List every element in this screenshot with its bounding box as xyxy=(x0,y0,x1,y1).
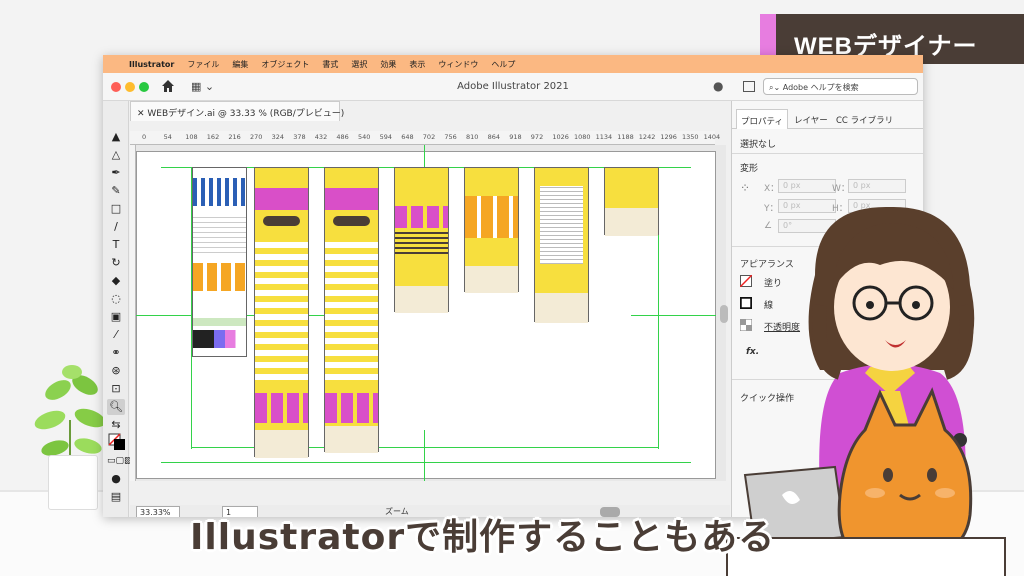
plant-pot xyxy=(48,455,98,510)
type-tool-icon[interactable]: T xyxy=(107,237,125,253)
search-placeholder: Adobe ヘルプを検索 xyxy=(782,83,859,92)
canvas[interactable] xyxy=(136,145,726,481)
menu-select[interactable]: 選択 xyxy=(351,59,367,70)
tab-properties[interactable]: プロパティ xyxy=(736,109,788,129)
ruler-tick-label: 864 xyxy=(487,133,501,141)
gradient-tool-icon[interactable]: ▣ xyxy=(107,309,125,325)
ruler-tick-label: 1350 xyxy=(682,133,699,141)
menu-edit[interactable]: 編集 xyxy=(232,59,248,70)
tab-cc-libraries[interactable]: CC ライブラリ xyxy=(836,114,893,126)
paintbrush-tool-icon[interactable]: / xyxy=(107,219,125,235)
artboard-footer-page[interactable] xyxy=(604,167,659,236)
screen-mode-icon[interactable]: ▤ xyxy=(107,489,125,505)
menu-type[interactable]: 書式 xyxy=(322,59,338,70)
ruler-tick-label: 216 xyxy=(228,133,241,141)
x-label: X： xyxy=(764,184,780,194)
artboard-tool-icon[interactable]: ⊡ xyxy=(107,381,125,397)
menu-help[interactable]: ヘルプ xyxy=(491,59,515,70)
ruler-tick-label: 432 xyxy=(314,133,328,141)
selection-status: 選択なし xyxy=(740,140,777,150)
title-bar: ▦ ⌄ Adobe Illustrator 2021 ● ⌕⌄ Adobe ヘル… xyxy=(103,73,923,101)
ruler-tick-label: 540 xyxy=(358,133,371,141)
reference-point-icon[interactable]: ⁘ xyxy=(740,181,750,195)
guide-line xyxy=(424,430,425,481)
symbol-tool-icon[interactable]: ⊛ xyxy=(107,363,125,379)
rectangle-tool-icon[interactable]: □ xyxy=(107,201,125,217)
pen-tool-icon[interactable]: ✒ xyxy=(107,165,125,181)
zoom-level-field[interactable]: 33.33% xyxy=(136,506,180,517)
ruler-tick-label: 1026 xyxy=(552,133,569,141)
artboard-list-page[interactable] xyxy=(394,167,449,313)
menu-object[interactable]: オブジェクト xyxy=(261,59,309,70)
eraser-tool-icon[interactable]: ◆ xyxy=(107,273,125,289)
ruler-tick-label: 378 xyxy=(293,133,306,141)
artboard-category-page[interactable] xyxy=(464,167,519,293)
document-tab-label: WEBデザイン.ai @ 33.33 % (RGB/プレビュー) xyxy=(147,109,345,119)
ruler-tick-label: 1188 xyxy=(617,133,634,141)
ruler-tick-label: 0 xyxy=(142,133,147,141)
guide-line xyxy=(631,315,716,316)
user-icon[interactable]: ● xyxy=(713,79,723,93)
ruler-tick-label: 162 xyxy=(206,133,220,141)
selection-tool-icon[interactable]: ▲ xyxy=(107,129,125,145)
swap-colors-icon[interactable]: ⇆ xyxy=(107,417,125,433)
artboard-home-pc[interactable] xyxy=(254,167,309,458)
tab-layers[interactable]: レイヤー xyxy=(794,114,828,126)
x-field[interactable]: 0 px xyxy=(778,179,836,193)
ruler-tick-label: 648 xyxy=(401,133,414,141)
ruler-tick-label: 972 xyxy=(530,133,544,141)
artboard-article-page[interactable] xyxy=(534,167,589,323)
guide-line xyxy=(161,462,691,463)
search-icon: ⌕⌄ xyxy=(769,83,783,92)
horizontal-ruler: 0 54 108 162 216 270 324 378 432 486 540 594 648 702 7… xyxy=(130,131,720,145)
ruler-tick-label: 270 xyxy=(250,133,263,141)
draw-mode-icon[interactable]: ● xyxy=(107,471,125,487)
ruler-tick-label: 1134 xyxy=(595,133,613,141)
artboard-style-guide[interactable] xyxy=(192,167,247,357)
panel-toggle-icon[interactable] xyxy=(743,81,755,92)
close-tab-icon[interactable]: ✕ xyxy=(137,109,147,119)
eyedropper-tool-icon[interactable]: ⁄ xyxy=(107,327,125,343)
ruler-tick-label: 594 xyxy=(379,133,393,141)
ruler-tick-label: 1080 xyxy=(574,133,591,141)
zoom-tool-icon[interactable]: 🔍︎ xyxy=(107,399,125,415)
color-mode-icon[interactable]: ▭▢▨ xyxy=(107,453,133,469)
ruler-tick-label: 1296 xyxy=(660,133,677,141)
rotate-tool-icon[interactable]: ↻ xyxy=(107,255,125,271)
tools-panel: ▲ △ ✒ ✎ □ / T ↻ ◆ ◌ ▣ ⁄ ⚭ ⊛ ⊡ 🔍︎ ⇆ ▭▢▨ ●… xyxy=(103,101,133,517)
lasso-tool-icon[interactable]: ◌ xyxy=(107,291,125,307)
ruler-tick-label: 324 xyxy=(271,133,285,141)
divider xyxy=(732,153,923,154)
menu-window[interactable]: ウィンドウ xyxy=(438,59,478,70)
menu-view[interactable]: 表示 xyxy=(409,59,425,70)
ruler-tick-label: 1242 xyxy=(638,133,656,141)
ruler-tick-label: 108 xyxy=(185,133,198,141)
subtitle-caption: Illustratorで制作することもある xyxy=(190,517,776,558)
ruler-tick-label: 702 xyxy=(422,133,436,141)
blend-tool-icon[interactable]: ⚭ xyxy=(107,345,125,361)
fill-stroke-icon[interactable] xyxy=(108,433,126,451)
ruler-tick-label: 486 xyxy=(336,133,349,141)
artboard-home-sp[interactable] xyxy=(324,167,379,453)
help-search-input[interactable]: ⌕⌄ Adobe ヘルプを検索 xyxy=(763,78,918,95)
menu-illustrator[interactable]: Illustrator xyxy=(129,60,174,69)
ruler-tick-label: 54 xyxy=(163,133,172,141)
curvature-tool-icon[interactable]: ✎ xyxy=(107,183,125,199)
document-tab[interactable]: ✕ WEBデザイン.ai @ 33.33 % (RGB/プレビュー) xyxy=(130,101,344,121)
menu-bar: Illustrator ファイル 編集 オブジェクト 書式 選択 効果 表示 ウ… xyxy=(103,55,923,73)
menu-effect[interactable]: 効果 xyxy=(380,59,396,70)
w-field[interactable]: 0 px xyxy=(848,179,906,193)
ruler-tick-label: 756 xyxy=(444,133,457,141)
direct-selection-tool-icon[interactable]: △ xyxy=(107,147,125,163)
ruler-tick-label: 918 xyxy=(509,133,522,141)
guide-line xyxy=(424,145,425,167)
ruler-tick-label: 810 xyxy=(466,133,479,141)
menu-file[interactable]: ファイル xyxy=(187,59,219,70)
transform-title: 変形 xyxy=(740,164,759,174)
panel-tabs: プロパティ レイヤー CC ライブラリ xyxy=(732,109,923,129)
ruler-tick-label: 1404 xyxy=(703,133,721,141)
